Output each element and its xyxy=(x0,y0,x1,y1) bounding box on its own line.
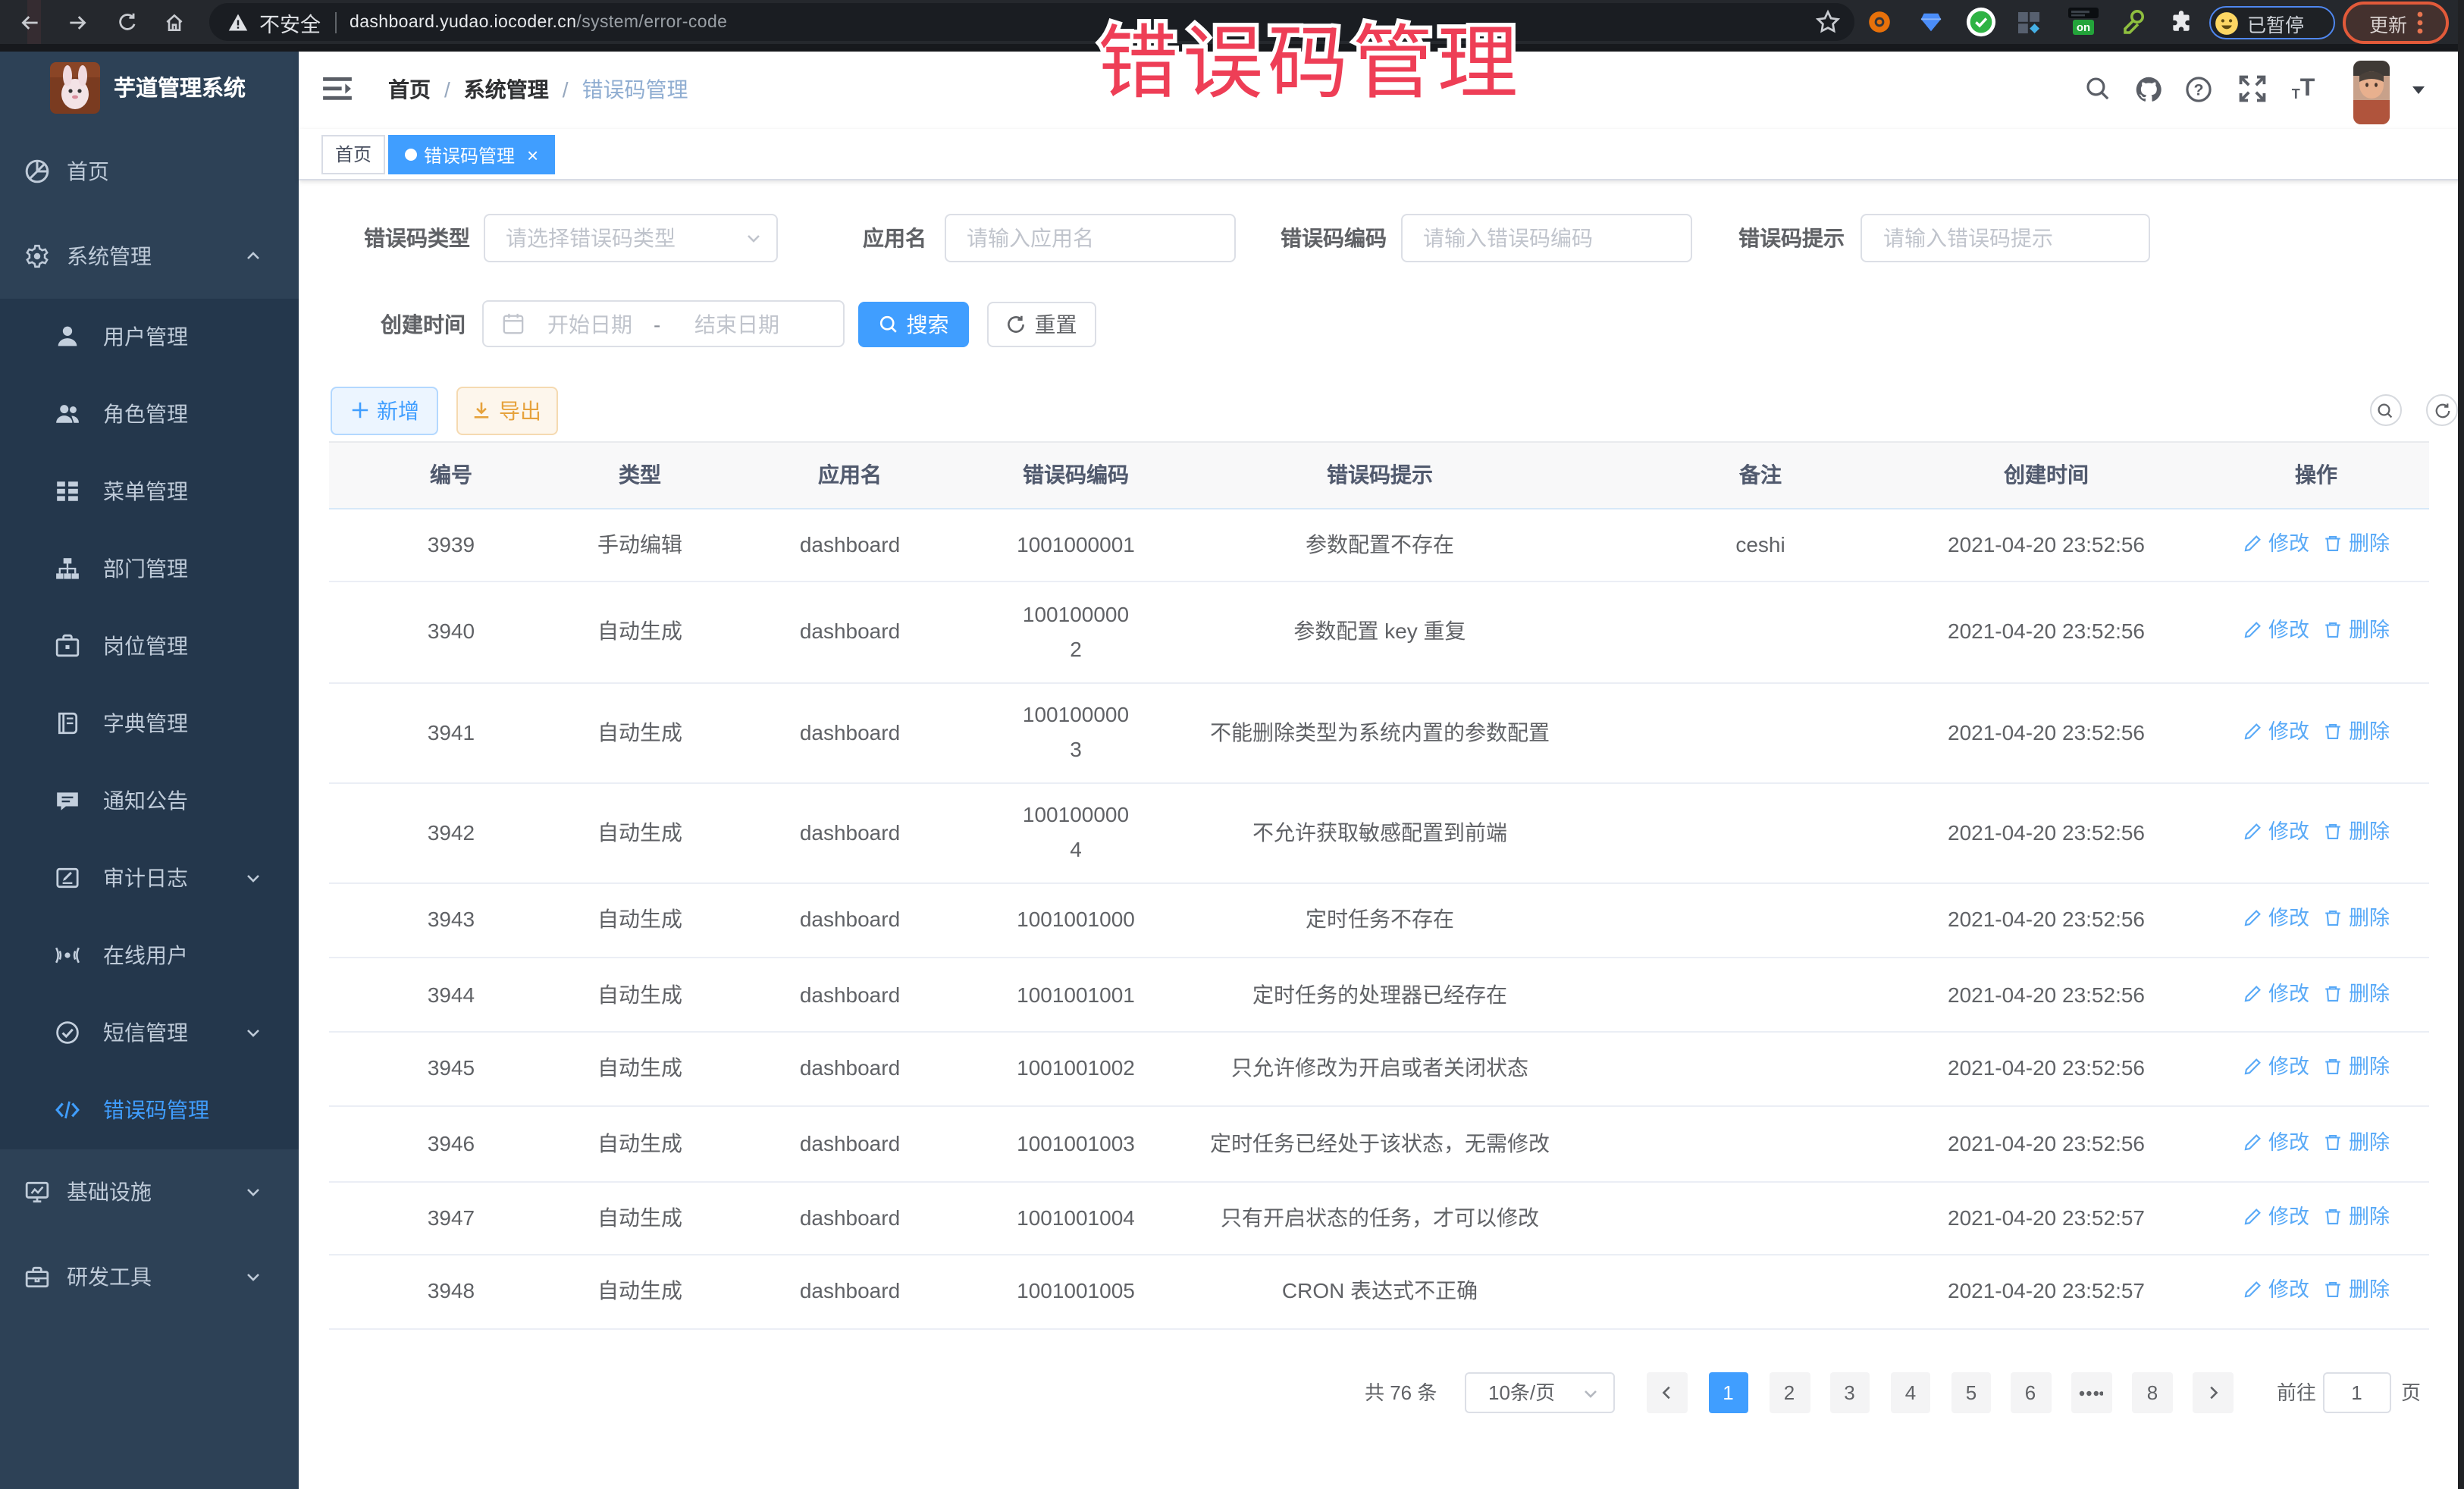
svg-text:on: on xyxy=(2077,20,2090,33)
svg-text:错误码管理: 错误码管理 xyxy=(1098,18,1522,108)
svg-text:?: ? xyxy=(2193,80,2203,99)
